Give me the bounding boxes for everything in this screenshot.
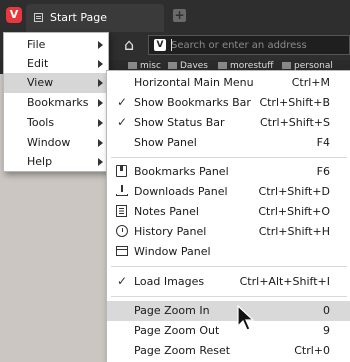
menu-item-shortcut: Ctrl+Shift+S (260, 116, 330, 129)
text-caret (171, 39, 172, 51)
menu-separator (111, 296, 347, 297)
submenu-arrow-icon (98, 158, 103, 166)
menu-item-label: Page Zoom In (134, 304, 210, 317)
menu-item-help[interactable]: Help (4, 152, 108, 172)
menu-item-page-zoom-out[interactable]: Page Zoom Out 9 (107, 321, 350, 341)
menu-item-label: Load Images (134, 275, 205, 288)
menu-item-label: Notes Panel (134, 205, 199, 218)
menu-item-label: Downloads Panel (134, 185, 228, 198)
menu-item-label: Window Panel (134, 245, 211, 258)
menu-item-shortcut: Ctrl+Shift+D (258, 185, 330, 198)
menu-item-horizontal-main-menu[interactable]: Horizontal Main Menu Ctrl+M (107, 73, 350, 93)
submenu-arrow-icon (98, 119, 103, 127)
menu-item-label: History Panel (134, 225, 207, 238)
menu-item-show-bookmarks-bar[interactable]: ✓ Show Bookmarks Bar Ctrl+Shift+B (107, 93, 350, 113)
menu-item-show-panel[interactable]: Show Panel F4 (107, 133, 350, 153)
menu-item-shortcut: Ctrl+M (291, 76, 330, 89)
menu-item-window[interactable]: Window (4, 133, 108, 153)
menu-item-shortcut: Ctrl+Shift+O (258, 205, 330, 218)
vivaldi-logo-icon[interactable]: V (6, 7, 22, 23)
notes-icon (116, 205, 127, 217)
menu-item-shortcut: 0 (323, 304, 330, 317)
menu-item-shortcut: Ctrl+Shift+B (259, 96, 330, 109)
menu-item-page-zoom-reset[interactable]: Page Zoom Reset Ctrl+0 (107, 341, 350, 361)
menu-item-notes-panel[interactable]: Notes Panel Ctrl+Shift+O (107, 202, 350, 222)
main-menu: File Edit View Bookmarks Tools Window He… (3, 32, 109, 172)
menu-item-label: Edit (27, 57, 49, 70)
check-icon: ✓ (116, 115, 128, 129)
menu-item-view[interactable]: View (4, 73, 108, 93)
check-icon: ✓ (116, 274, 128, 288)
new-tab-button[interactable]: + (173, 9, 186, 22)
start-page-icon (34, 13, 43, 22)
tab-label: Start Page (50, 11, 107, 24)
menu-item-label: Page Zoom Out (134, 324, 220, 337)
tab-start-page[interactable]: Start Page (26, 4, 164, 32)
menu-item-label: Show Bookmarks Bar (134, 96, 251, 109)
menu-item-file[interactable]: File (4, 35, 108, 55)
menu-item-label: Window (27, 136, 71, 149)
menu-item-label: File (27, 38, 46, 51)
menu-separator (111, 266, 347, 267)
menu-item-shortcut: 9 (323, 324, 330, 337)
menu-item-shortcut: Ctrl+Alt+Shift+I (239, 275, 330, 288)
bookmark-icon (116, 165, 127, 177)
menu-item-shortcut: F4 (316, 136, 330, 149)
menu-item-shortcut: Ctrl+Shift+H (258, 225, 330, 238)
menu-item-label: Show Panel (134, 136, 197, 149)
check-icon: ✓ (116, 95, 128, 109)
menu-item-label: View (27, 76, 54, 89)
menu-item-page-zoom-in[interactable]: Page Zoom In 0 (107, 301, 350, 321)
submenu-arrow-icon (98, 60, 103, 68)
menu-item-label: Page Zoom Reset (134, 344, 231, 357)
logo-letter: V (9, 8, 19, 21)
submenu-arrow-icon (98, 139, 103, 147)
view-submenu: Horizontal Main Menu Ctrl+M ✓ Show Bookm… (106, 70, 350, 362)
menu-item-shortcut: F6 (316, 165, 330, 178)
menu-item-bookmarks[interactable]: Bookmarks (4, 93, 108, 113)
history-icon (116, 225, 128, 237)
home-icon[interactable]: ⌂ (124, 37, 134, 53)
menu-item-label: Show Status Bar (134, 116, 225, 129)
address-bar[interactable]: V (148, 35, 350, 55)
menu-item-tools[interactable]: Tools (4, 113, 108, 133)
menu-item-label: Bookmarks Panel (134, 165, 229, 178)
title-bar: V Start Page + (0, 0, 350, 32)
site-info-icon[interactable]: V (154, 39, 166, 51)
address-input[interactable] (171, 37, 341, 53)
mouse-cursor-icon (237, 305, 255, 331)
menu-item-label: Tools (27, 116, 55, 129)
menu-separator (111, 157, 347, 158)
menu-item-load-images[interactable]: ✓ Load Images Ctrl+Alt+Shift+I (107, 272, 350, 292)
menu-item-history-panel[interactable]: History Panel Ctrl+Shift+H (107, 222, 350, 242)
window-icon (116, 246, 128, 256)
menu-item-window-panel[interactable]: Window Panel (107, 242, 350, 262)
download-icon (116, 185, 128, 197)
menu-item-label: Help (27, 155, 53, 168)
menu-item-label: Horizontal Main Menu (134, 76, 254, 89)
menu-item-downloads-panel[interactable]: Downloads Panel Ctrl+Shift+D (107, 182, 350, 202)
menu-item-bookmarks-panel[interactable]: Bookmarks Panel F6 (107, 162, 350, 182)
menu-item-shortcut: Ctrl+0 (294, 344, 330, 357)
submenu-arrow-icon (98, 41, 103, 49)
menu-item-show-status-bar[interactable]: ✓ Show Status Bar Ctrl+Shift+S (107, 113, 350, 133)
submenu-arrow-icon (98, 99, 103, 107)
menu-item-edit[interactable]: Edit (4, 54, 108, 74)
menu-item-label: Bookmarks (27, 96, 89, 109)
submenu-arrow-icon (98, 79, 103, 87)
